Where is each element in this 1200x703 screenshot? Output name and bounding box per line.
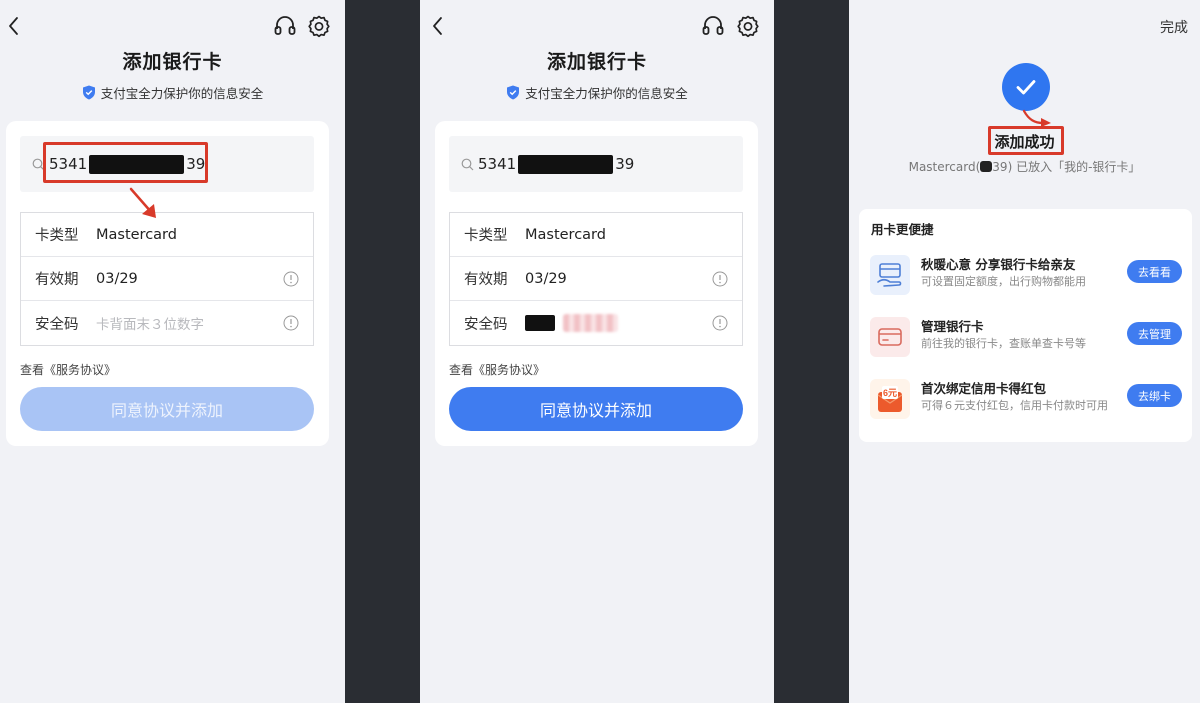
security-note-text: 支付宝全力保护你的信息安全 [100,86,264,101]
section-title: 用卡更便捷 [871,222,934,237]
shield-check-icon [82,85,95,100]
service-item-manage-cards[interactable]: 管理银行卡 前往我的银行卡，查账单查卡号等 去管理 [859,309,1192,371]
redaction-mask [980,161,993,172]
cvv-row[interactable]: 安全码 卡背面末３位数字 [21,301,313,345]
card-number-suffix: 39 [615,155,635,173]
expiry-label: 有效期 [35,272,79,288]
service-item-title: 秋暖心意 分享银行卡给亲友 [921,257,1076,272]
back-arrow-icon[interactable] [4,14,26,38]
success-note: Mastercard( 39) 已放入「我的-银行卡」 [849,158,1200,175]
card-type-value: Mastercard [96,226,177,243]
done-button[interactable]: 完成 [1160,17,1188,37]
expiry-label: 有效期 [464,272,508,288]
cvv-input[interactable]: 卡背面末３位数字 [96,313,204,333]
gear-icon[interactable] [735,13,761,39]
wallet-card-icon [870,317,910,357]
service-agreement-link[interactable]: 查看《服务协议》 [449,361,545,378]
page-title: 添加银行卡 [122,51,223,73]
headset-icon[interactable] [272,13,298,39]
expiry-row[interactable]: 有效期 03/29 [450,257,742,301]
agree-and-add-button[interactable]: 同意协议并添加 [20,387,314,431]
card-details-table: 卡类型 Mastercard 有效期 03/29 安全码 卡背面末３位数字 [20,212,314,346]
cvv-label: 安全码 [464,316,508,333]
security-note-text: 支付宝全力保护你的信息安全 [525,86,688,101]
screen-add-card-filled: 添加银行卡 支付宝全力保护你的信息安全 5341 39 卡类型 Masterca… [420,0,774,703]
service-agreement-link[interactable]: 查看《服务协议》 [20,361,116,378]
bind-card-button[interactable]: 去绑卡 [1127,384,1182,407]
service-item-share-card[interactable]: 秋暖心意 分享银行卡给亲友 可设置固定额度，出行购物都能用 去看看 [859,247,1192,309]
hand-card-icon [870,255,910,295]
gear-icon[interactable] [306,13,332,39]
service-item-desc: 前往我的银行卡，查账单查卡号等 [921,337,1086,350]
view-button[interactable]: 去看看 [1127,260,1182,283]
shield-check-icon [507,85,520,100]
card-type-row: 卡类型 Mastercard [450,213,742,257]
card-type-value: Mastercard [525,226,606,243]
manage-button[interactable]: 去管理 [1127,322,1182,345]
agree-and-add-button[interactable]: 同意协议并添加 [449,387,743,431]
expiry-row[interactable]: 有效期 03/29 [21,257,313,301]
service-item-title: 首次绑定信用卡得红包 [921,381,1047,396]
cvv-redaction-mask [525,315,555,331]
annotation-arrow [129,187,156,218]
page-title: 添加银行卡 [546,51,647,73]
card-form: 5341 39 卡类型 Mastercard 有效期 03/29 安全码 卡背面… [6,121,329,446]
card-services-section: 用卡更便捷 秋暖心意 分享银行卡给亲友 可设置固定额度，出行购物都能用 去看看 … [859,209,1192,442]
annotation-arrow [1022,109,1051,127]
redaction-mask [518,154,614,174]
service-item-bind-credit-card[interactable]: 6元 首次绑定信用卡得红包 可得６元支付红包，信用卡付款时可用 去绑卡 [859,371,1192,433]
info-icon[interactable] [283,315,299,331]
expiry-value[interactable]: 03/29 [525,271,567,287]
card-number-input[interactable]: 5341 39 [449,136,743,192]
card-form: 5341 39 卡类型 Mastercard 有效期 03/29 安全码 查看《… [435,121,758,446]
security-note: 支付宝全力保护你的信息安全 [420,83,774,102]
card-type-label: 卡类型 [35,228,79,244]
success-check-icon [1002,63,1050,111]
service-item-title: 管理银行卡 [921,319,984,334]
service-item-desc: 可得６元支付红包，信用卡付款时可用 [921,399,1108,412]
card-number-prefix: 5341 [478,155,517,173]
cvv-row[interactable]: 安全码 [450,301,742,345]
highlight-box [43,142,208,183]
success-note-suffix: 39) 已放入「我的-银行卡」 [992,160,1141,174]
card-details-table: 卡类型 Mastercard 有效期 03/29 安全码 [449,212,743,346]
expiry-value[interactable]: 03/29 [96,271,138,287]
highlight-box [988,126,1064,155]
red-envelope-icon: 6元 [870,379,910,419]
card-type-label: 卡类型 [464,228,508,244]
security-note: 支付宝全力保护你的信息安全 [0,83,345,102]
success-note-prefix: Mastercard( [908,160,981,174]
envelope-badge: 6元 [883,388,897,398]
info-icon[interactable] [712,271,728,287]
service-item-desc: 可设置固定额度，出行购物都能用 [921,275,1086,288]
cvv-label: 安全码 [35,316,79,333]
cvv-blurred-value[interactable] [563,314,618,332]
card-type-row: 卡类型 Mastercard [21,213,313,257]
back-arrow-icon[interactable] [428,14,450,38]
info-icon[interactable] [283,271,299,287]
screen-add-card-empty: 添加银行卡 支付宝全力保护你的信息安全 5341 39 卡类型 Masterca… [0,0,345,703]
search-icon [461,158,474,170]
screen-add-card-success: 完成 添加成功 Mastercard(39) 已放入「我的-银行卡」 用卡更便捷… [849,0,1200,703]
headset-icon[interactable] [700,13,726,39]
info-icon[interactable] [712,315,728,331]
